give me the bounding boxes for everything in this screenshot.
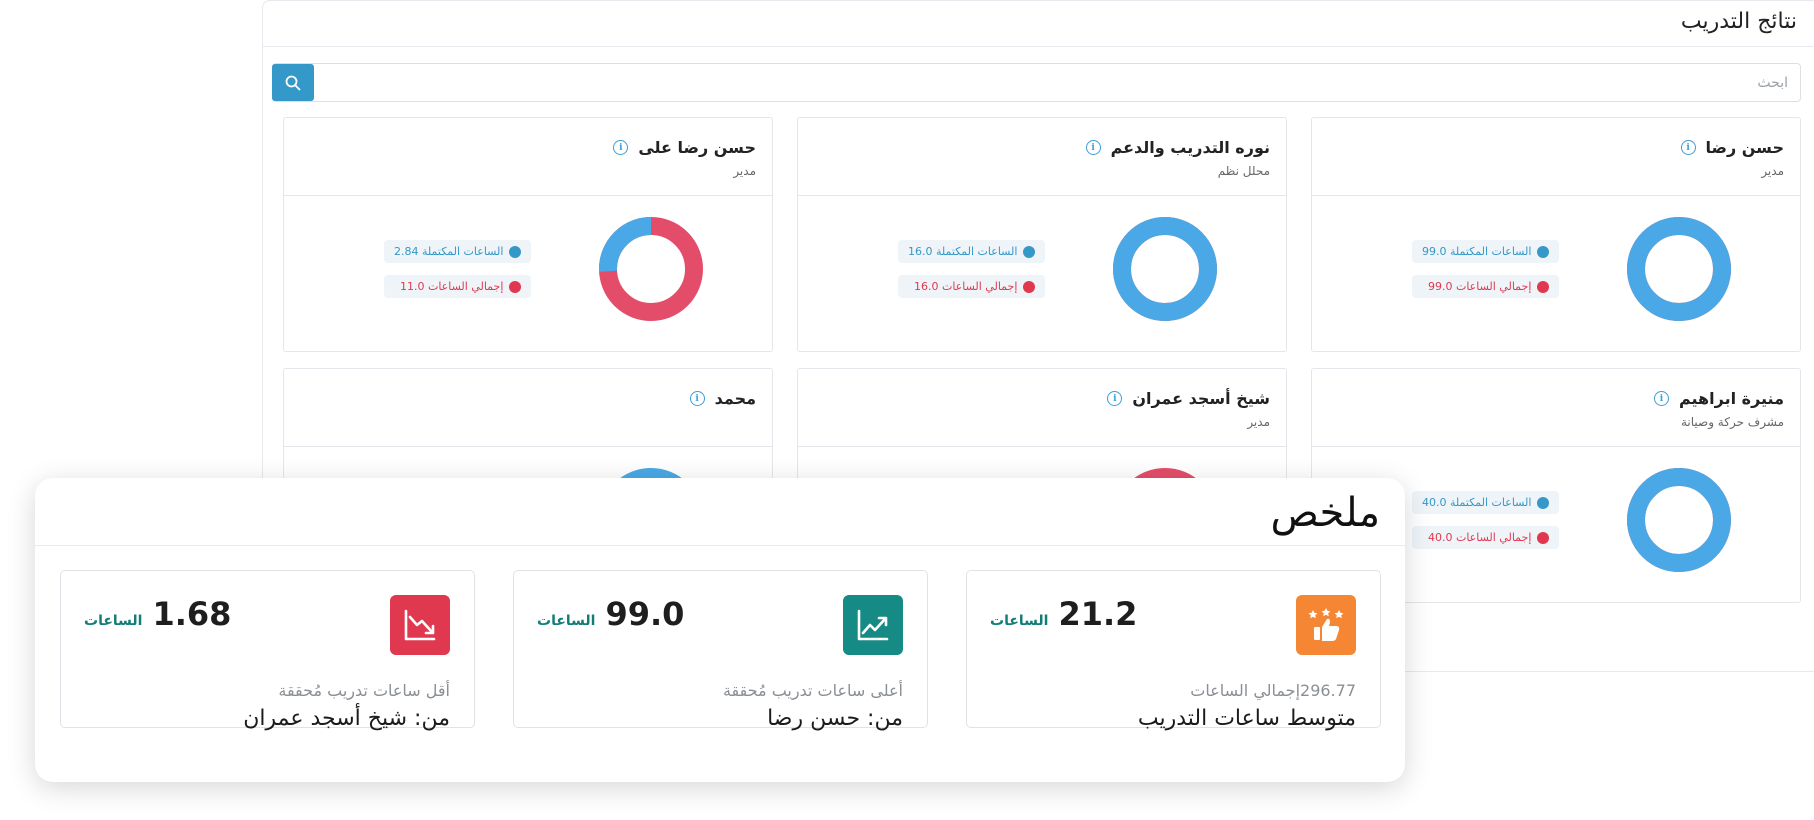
trend-up-icon bbox=[857, 609, 889, 641]
employee-name: نوره التدريب والدعم bbox=[1110, 138, 1270, 157]
completed-hours-arc bbox=[1627, 468, 1731, 572]
card-body: الساعات المكتملة 16.0 إجمالي الساعات 16.… bbox=[798, 196, 1286, 351]
legend-completed: الساعات المكتملة 2.84 bbox=[384, 240, 532, 263]
employee-role: مدير bbox=[1247, 415, 1270, 429]
stat-card-average: الساعات 21.2 296.77إجمالي الساعات متوسط … bbox=[966, 570, 1381, 731]
card-header: منيرة ابراهيم i مشرف حركة وصيانة bbox=[1312, 369, 1800, 447]
summary-title: ملخص bbox=[1270, 490, 1381, 536]
hours-donut-chart bbox=[599, 217, 703, 321]
employee-role: مدير bbox=[733, 164, 756, 178]
stat-subtitle: أقل ساعات تدريب مُحققة bbox=[278, 681, 450, 700]
employee-role: محلل نظم bbox=[1217, 164, 1270, 178]
employee-name: حسن رضا على bbox=[638, 138, 756, 157]
legend-total: إجمالي الساعات 99.0 bbox=[1412, 275, 1560, 298]
stat-subtitle: 296.77إجمالي الساعات bbox=[1190, 681, 1356, 700]
legend-completed: الساعات المكتملة 99.0 bbox=[1412, 240, 1560, 263]
completed-hours-label: الساعات المكتملة 2.84 bbox=[394, 245, 504, 258]
total-hours-label: إجمالي الساعات 40.0 bbox=[1427, 531, 1532, 544]
total-hours-label: إجمالي الساعات 99.0 bbox=[1427, 280, 1532, 293]
completed-hours-arc bbox=[1113, 217, 1217, 321]
stat-value: الساعات 21.2 bbox=[990, 595, 1137, 633]
divider bbox=[263, 46, 1814, 47]
search-button[interactable] bbox=[272, 64, 314, 101]
card-header: حسن رضا i مدير bbox=[1312, 118, 1800, 196]
stat-icon-box bbox=[843, 595, 903, 655]
stat-unit: الساعات bbox=[537, 613, 596, 629]
trend-down-icon bbox=[404, 609, 436, 641]
thumbs-up-stars-icon bbox=[1308, 608, 1344, 641]
completed-dot bbox=[509, 245, 522, 258]
panel-title: نتائج التدريب bbox=[1680, 9, 1797, 34]
employee-card[interactable]: نوره التدريب والدعم i محلل نظم الساعات ا… bbox=[797, 117, 1287, 352]
stat-label: من: حسن رضا bbox=[767, 706, 903, 731]
chart-legend: الساعات المكتملة 40.0 إجمالي الساعات 40.… bbox=[1412, 491, 1560, 549]
employee-role: مشرف حركة وصيانة bbox=[1680, 415, 1784, 429]
stat-icon-box bbox=[390, 595, 450, 655]
hours-donut-chart bbox=[1627, 217, 1731, 321]
info-icon[interactable]: i bbox=[1085, 140, 1101, 155]
info-icon[interactable]: i bbox=[1680, 140, 1696, 155]
search-icon bbox=[285, 75, 301, 90]
stat-number: 1.68 bbox=[152, 595, 232, 633]
employee-name: حسن رضا bbox=[1705, 138, 1784, 157]
chart-legend: الساعات المكتملة 2.84 إجمالي الساعات 11.… bbox=[384, 240, 532, 298]
total-dot bbox=[1023, 280, 1036, 293]
total-dot bbox=[1537, 280, 1550, 293]
employee-name: محمد bbox=[714, 389, 756, 408]
legend-completed: الساعات المكتملة 40.0 bbox=[1412, 491, 1560, 514]
legend-total: إجمالي الساعات 11.0 bbox=[384, 275, 532, 298]
card-body: الساعات المكتملة 99.0 إجمالي الساعات 99.… bbox=[1312, 196, 1800, 351]
completed-dot bbox=[1023, 245, 1036, 258]
info-icon[interactable]: i bbox=[1653, 391, 1669, 406]
info-icon[interactable]: i bbox=[613, 140, 629, 155]
card-header: حسن رضا على i مدير bbox=[284, 118, 772, 196]
divider bbox=[35, 545, 1405, 546]
card-header: نوره التدريب والدعم i محلل نظم bbox=[798, 118, 1286, 196]
employee-name: شيخ أسجد عمران bbox=[1132, 389, 1270, 408]
info-icon[interactable]: i bbox=[689, 391, 705, 406]
hours-donut-chart bbox=[1627, 468, 1731, 572]
search-input[interactable] bbox=[314, 63, 1800, 102]
employee-role: مدير bbox=[1761, 164, 1784, 178]
stat-card-highest: الساعات 99.0 أعلى ساعات تدريب مُحققة من:… bbox=[513, 570, 928, 731]
stat-value: الساعات 99.0 bbox=[537, 595, 684, 633]
legend-total: إجمالي الساعات 16.0 bbox=[898, 275, 1046, 298]
chart-legend: الساعات المكتملة 16.0 إجمالي الساعات 16.… bbox=[898, 240, 1046, 298]
completed-hours-label: الساعات المكتملة 99.0 bbox=[1422, 245, 1532, 258]
card-header: محمد i bbox=[284, 369, 772, 447]
stat-number: 99.0 bbox=[605, 595, 685, 633]
summary-panel: ملخص الساعات 21.2 296.77إجمالي الساعات م… bbox=[35, 478, 1405, 782]
stat-label: متوسط ساعات التدريب bbox=[1137, 706, 1356, 731]
completed-hours-label: الساعات المكتملة 16.0 bbox=[908, 245, 1018, 258]
total-hours-label: إجمالي الساعات 16.0 bbox=[913, 280, 1018, 293]
legend-completed: الساعات المكتملة 16.0 bbox=[898, 240, 1046, 263]
completed-hours-arc bbox=[1627, 217, 1731, 321]
legend-total: إجمالي الساعات 40.0 bbox=[1412, 526, 1560, 549]
stat-subtitle: أعلى ساعات تدريب مُحققة bbox=[722, 681, 903, 700]
employee-card[interactable]: حسن رضا i مدير الساعات المكتملة 99.0 إجم… bbox=[1311, 117, 1801, 352]
total-hours-label: إجمالي الساعات 11.0 bbox=[399, 280, 504, 293]
employee-name: منيرة ابراهيم bbox=[1678, 389, 1784, 408]
info-icon[interactable]: i bbox=[1107, 391, 1123, 406]
stat-icon-box bbox=[1296, 595, 1356, 655]
card-body: الساعات المكتملة 2.84 إجمالي الساعات 11.… bbox=[284, 196, 772, 351]
employee-card[interactable]: حسن رضا على i مدير الساعات المكتملة 2.84… bbox=[283, 117, 773, 352]
stat-card-lowest: الساعات 1.68 أقل ساعات تدريب مُحققة من: … bbox=[60, 570, 475, 731]
stat-unit: الساعات bbox=[990, 613, 1049, 629]
completed-dot bbox=[1537, 496, 1550, 509]
total-dot bbox=[1537, 531, 1550, 544]
hours-donut-chart bbox=[1113, 217, 1217, 321]
total-dot bbox=[509, 280, 522, 293]
completed-dot bbox=[1537, 245, 1550, 258]
stat-unit: الساعات bbox=[84, 613, 143, 629]
stat-number: 21.2 bbox=[1058, 595, 1138, 633]
card-header: شيخ أسجد عمران i مدير bbox=[798, 369, 1286, 447]
stat-label: من: شيخ أسجد عمران bbox=[243, 706, 450, 731]
chart-legend: الساعات المكتملة 99.0 إجمالي الساعات 99.… bbox=[1412, 240, 1560, 298]
completed-hours-label: الساعات المكتملة 40.0 bbox=[1422, 496, 1532, 509]
search-bar bbox=[272, 63, 1801, 102]
stat-value: الساعات 1.68 bbox=[84, 595, 231, 633]
